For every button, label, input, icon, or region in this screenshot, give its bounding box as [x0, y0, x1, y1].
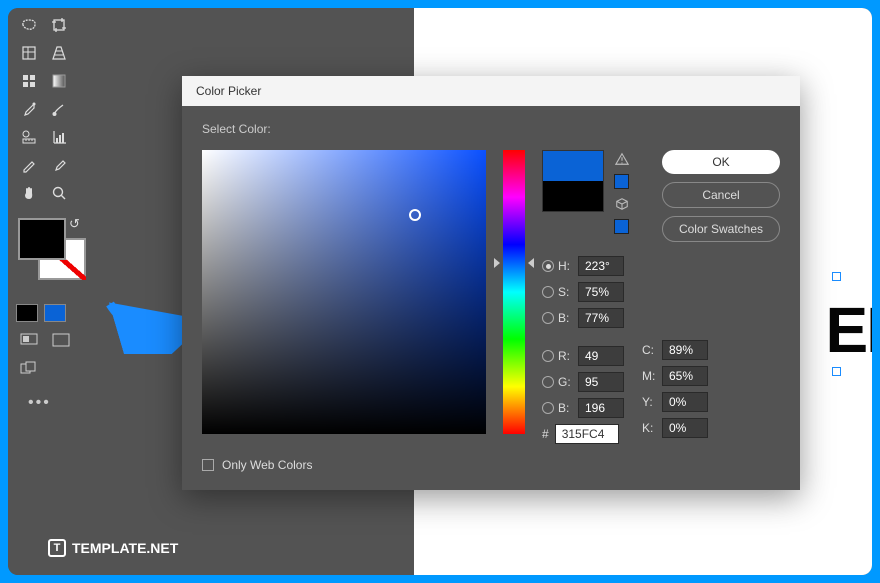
g-label: G:	[558, 375, 574, 389]
mini-swatch-black[interactable]	[16, 304, 38, 322]
tool-chart[interactable]	[46, 126, 72, 148]
web-safe-swatch[interactable]	[614, 174, 629, 189]
b-value[interactable]: 77%	[578, 308, 624, 328]
c-label: C:	[642, 343, 658, 357]
y-label: Y:	[642, 395, 658, 409]
color-preview	[542, 150, 604, 212]
tool-grid[interactable]	[16, 70, 42, 92]
hue-slider[interactable]	[500, 150, 528, 434]
windowed-mode-icon[interactable]	[16, 358, 42, 378]
b-label: B:	[558, 311, 574, 325]
color-picker-dialog: Color Picker Select Color:	[182, 76, 800, 490]
warning-icon[interactable]	[615, 152, 629, 166]
cancel-button[interactable]: Cancel	[662, 182, 780, 208]
tool-lasso[interactable]	[16, 14, 42, 36]
r-value[interactable]: 49	[578, 346, 624, 366]
tool-zoom[interactable]	[46, 182, 72, 204]
s-label: S:	[558, 285, 574, 299]
mini-swatch-blue[interactable]	[44, 304, 66, 322]
tool-eyedropper2[interactable]	[46, 154, 72, 176]
tool-brush[interactable]	[46, 98, 72, 120]
hash-label: #	[542, 427, 549, 441]
tool-slice[interactable]	[16, 42, 42, 64]
h-radio[interactable]	[542, 260, 554, 272]
sv-cursor[interactable]	[409, 209, 421, 221]
tool-ruler[interactable]	[16, 126, 42, 148]
more-tools-icon[interactable]: •••	[28, 394, 88, 412]
preview-new-color	[543, 151, 603, 181]
tool-hand[interactable]	[16, 182, 42, 204]
foreground-color-swatch[interactable]	[18, 218, 66, 260]
hue-handle[interactable]	[494, 258, 500, 268]
b2-value[interactable]: 196	[578, 398, 624, 418]
m-label: M:	[642, 369, 658, 383]
s-radio[interactable]	[542, 286, 554, 298]
h-label: H:	[558, 259, 574, 273]
saturation-value-field[interactable]	[202, 150, 486, 434]
dialog-title: Color Picker	[182, 76, 800, 106]
cube-icon[interactable]	[615, 197, 629, 211]
color-swatches-button[interactable]: Color Swatches	[662, 216, 780, 242]
tool-pencil[interactable]	[16, 154, 42, 176]
hex-value[interactable]: 315FC4	[555, 424, 619, 444]
swap-colors-icon[interactable]: ↺	[69, 216, 80, 232]
g-radio[interactable]	[542, 376, 554, 388]
annotation-arrow	[104, 298, 194, 354]
m-value[interactable]: 65%	[662, 366, 708, 386]
k-value[interactable]: 0%	[662, 418, 708, 438]
s-value[interactable]: 75%	[578, 282, 624, 302]
tool-eyedropper[interactable]	[16, 98, 42, 120]
ok-button[interactable]: OK	[662, 150, 780, 174]
tool-perspective[interactable]	[46, 42, 72, 64]
b2-label: B:	[558, 401, 574, 415]
only-web-colors-label: Only Web Colors	[222, 458, 312, 472]
selection-handle[interactable]	[832, 367, 841, 376]
b2-radio[interactable]	[542, 402, 554, 414]
k-label: K:	[642, 421, 658, 435]
watermark: T TEMPLATE.NET	[48, 539, 178, 557]
h-value[interactable]: 223°	[578, 256, 624, 276]
select-color-label: Select Color:	[202, 122, 780, 136]
watermark-icon: T	[48, 539, 66, 557]
closest-swatch[interactable]	[614, 219, 629, 234]
r-label: R:	[558, 349, 574, 363]
tools-panel: ↺ •••	[8, 8, 96, 575]
screen-mode-icon[interactable]	[16, 330, 42, 350]
tool-gradient[interactable]	[46, 70, 72, 92]
preview-old-color[interactable]	[543, 181, 603, 211]
y-value[interactable]: 0%	[662, 392, 708, 412]
selection-handle[interactable]	[832, 272, 841, 281]
b-radio[interactable]	[542, 312, 554, 324]
selection-bounds	[790, 276, 872, 372]
tool-crop[interactable]	[46, 14, 72, 36]
foreground-background-swatches[interactable]: ↺	[16, 218, 88, 296]
only-web-colors-checkbox[interactable]	[202, 459, 214, 471]
watermark-text: TEMPLATE.NET	[72, 540, 178, 556]
quick-mask-icon[interactable]	[48, 330, 74, 350]
hue-handle[interactable]	[528, 258, 534, 268]
r-radio[interactable]	[542, 350, 554, 362]
c-value[interactable]: 89%	[662, 340, 708, 360]
g-value[interactable]: 95	[578, 372, 624, 392]
